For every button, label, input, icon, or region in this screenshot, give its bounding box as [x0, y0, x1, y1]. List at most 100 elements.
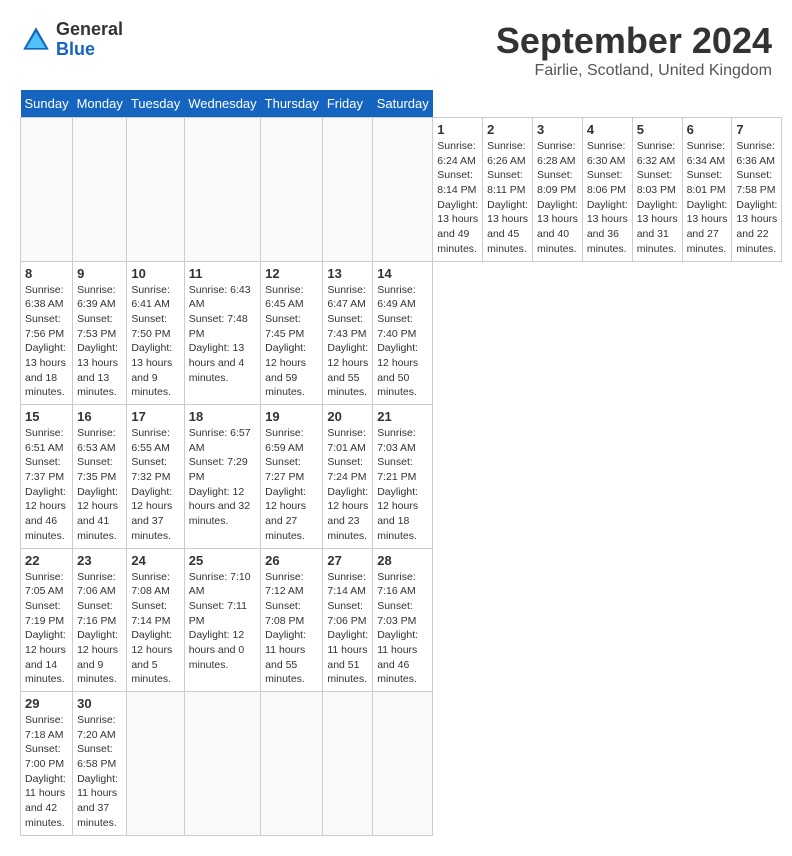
day-info: Sunrise: 7:10 AMSunset: 7:11 PMDaylight:…	[189, 571, 251, 671]
calendar-day-cell: 26 Sunrise: 7:12 AMSunset: 7:08 PMDaylig…	[261, 548, 323, 692]
day-number: 27	[327, 553, 368, 568]
logo-blue-text: Blue	[56, 40, 123, 60]
calendar-day-cell	[127, 692, 184, 836]
day-number: 22	[25, 553, 68, 568]
logo-icon	[20, 24, 52, 56]
day-number: 10	[131, 266, 179, 281]
calendar-day-cell	[21, 118, 73, 262]
calendar-day-cell: 1 Sunrise: 6:24 AMSunset: 8:14 PMDayligh…	[433, 118, 483, 262]
day-info: Sunrise: 6:59 AMSunset: 7:27 PMDaylight:…	[265, 427, 306, 542]
calendar-day-cell: 18 Sunrise: 6:57 AMSunset: 7:29 PMDaylig…	[184, 405, 260, 549]
calendar-day-header: Friday	[323, 90, 373, 118]
day-number: 28	[377, 553, 428, 568]
day-number: 16	[77, 409, 122, 424]
day-number: 11	[189, 266, 256, 281]
day-info: Sunrise: 6:38 AMSunset: 7:56 PMDaylight:…	[25, 284, 66, 399]
calendar-day-cell: 7 Sunrise: 6:36 AMSunset: 7:58 PMDayligh…	[732, 118, 782, 262]
day-info: Sunrise: 6:55 AMSunset: 7:32 PMDaylight:…	[131, 427, 172, 542]
day-info: Sunrise: 7:06 AMSunset: 7:16 PMDaylight:…	[77, 571, 118, 686]
day-number: 5	[637, 122, 678, 137]
month-title: September 2024	[496, 20, 772, 62]
logo: General Blue	[20, 20, 123, 60]
page-header: General Blue September 2024 Fairlie, Sco…	[20, 20, 772, 80]
calendar-day-cell: 10 Sunrise: 6:41 AMSunset: 7:50 PMDaylig…	[127, 261, 184, 405]
day-number: 30	[77, 696, 122, 711]
calendar-day-cell: 2 Sunrise: 6:26 AMSunset: 8:11 PMDayligh…	[483, 118, 533, 262]
day-info: Sunrise: 6:28 AMSunset: 8:09 PMDaylight:…	[537, 140, 578, 255]
day-info: Sunrise: 6:53 AMSunset: 7:35 PMDaylight:…	[77, 427, 118, 542]
day-info: Sunrise: 6:30 AMSunset: 8:06 PMDaylight:…	[587, 140, 628, 255]
day-number: 23	[77, 553, 122, 568]
calendar-day-cell	[323, 118, 373, 262]
day-number: 7	[736, 122, 777, 137]
location: Fairlie, Scotland, United Kingdom	[496, 62, 772, 80]
calendar-week-row: 15 Sunrise: 6:51 AMSunset: 7:37 PMDaylig…	[21, 405, 782, 549]
day-number: 25	[189, 553, 256, 568]
day-number: 4	[587, 122, 628, 137]
calendar-week-row: 22 Sunrise: 7:05 AMSunset: 7:19 PMDaylig…	[21, 548, 782, 692]
day-number: 13	[327, 266, 368, 281]
calendar-table: SundayMondayTuesdayWednesdayThursdayFrid…	[20, 90, 782, 836]
calendar-week-row: 29 Sunrise: 7:18 AMSunset: 7:00 PMDaylig…	[21, 692, 782, 836]
calendar-day-cell	[261, 692, 323, 836]
day-info: Sunrise: 6:47 AMSunset: 7:43 PMDaylight:…	[327, 284, 368, 399]
calendar-day-cell: 21 Sunrise: 7:03 AMSunset: 7:21 PMDaylig…	[373, 405, 433, 549]
day-info: Sunrise: 7:18 AMSunset: 7:00 PMDaylight:…	[25, 714, 66, 829]
title-block: September 2024 Fairlie, Scotland, United…	[496, 20, 772, 80]
day-info: Sunrise: 6:51 AMSunset: 7:37 PMDaylight:…	[25, 427, 66, 542]
calendar-day-header: Thursday	[261, 90, 323, 118]
calendar-day-cell	[184, 692, 260, 836]
day-info: Sunrise: 6:49 AMSunset: 7:40 PMDaylight:…	[377, 284, 418, 399]
day-info: Sunrise: 6:34 AMSunset: 8:01 PMDaylight:…	[687, 140, 728, 255]
calendar-day-cell: 3 Sunrise: 6:28 AMSunset: 8:09 PMDayligh…	[532, 118, 582, 262]
calendar-day-cell: 24 Sunrise: 7:08 AMSunset: 7:14 PMDaylig…	[127, 548, 184, 692]
calendar-day-cell	[323, 692, 373, 836]
calendar-day-cell: 4 Sunrise: 6:30 AMSunset: 8:06 PMDayligh…	[582, 118, 632, 262]
calendar-day-header: Tuesday	[127, 90, 184, 118]
calendar-day-cell: 29 Sunrise: 7:18 AMSunset: 7:00 PMDaylig…	[21, 692, 73, 836]
day-info: Sunrise: 7:20 AMSunset: 6:58 PMDaylight:…	[77, 714, 118, 829]
day-info: Sunrise: 7:03 AMSunset: 7:21 PMDaylight:…	[377, 427, 418, 542]
calendar-day-cell	[373, 692, 433, 836]
calendar-day-cell: 11 Sunrise: 6:43 AMSunset: 7:48 PMDaylig…	[184, 261, 260, 405]
day-number: 29	[25, 696, 68, 711]
day-info: Sunrise: 6:39 AMSunset: 7:53 PMDaylight:…	[77, 284, 118, 399]
day-info: Sunrise: 7:12 AMSunset: 7:08 PMDaylight:…	[265, 571, 306, 686]
day-number: 19	[265, 409, 318, 424]
calendar-day-cell: 20 Sunrise: 7:01 AMSunset: 7:24 PMDaylig…	[323, 405, 373, 549]
calendar-day-cell: 6 Sunrise: 6:34 AMSunset: 8:01 PMDayligh…	[682, 118, 732, 262]
day-number: 8	[25, 266, 68, 281]
calendar-day-header: Monday	[73, 90, 127, 118]
calendar-day-cell: 28 Sunrise: 7:16 AMSunset: 7:03 PMDaylig…	[373, 548, 433, 692]
day-info: Sunrise: 6:45 AMSunset: 7:45 PMDaylight:…	[265, 284, 306, 399]
calendar-day-cell: 25 Sunrise: 7:10 AMSunset: 7:11 PMDaylig…	[184, 548, 260, 692]
calendar-day-cell: 8 Sunrise: 6:38 AMSunset: 7:56 PMDayligh…	[21, 261, 73, 405]
calendar-week-row: 1 Sunrise: 6:24 AMSunset: 8:14 PMDayligh…	[21, 118, 782, 262]
calendar-day-header: Sunday	[21, 90, 73, 118]
logo-general-text: General	[56, 20, 123, 40]
day-number: 20	[327, 409, 368, 424]
day-number: 26	[265, 553, 318, 568]
calendar-day-header: Saturday	[373, 90, 433, 118]
day-info: Sunrise: 6:26 AMSunset: 8:11 PMDaylight:…	[487, 140, 528, 255]
calendar-day-cell	[373, 118, 433, 262]
calendar-day-cell: 27 Sunrise: 7:14 AMSunset: 7:06 PMDaylig…	[323, 548, 373, 692]
day-info: Sunrise: 6:43 AMSunset: 7:48 PMDaylight:…	[189, 284, 251, 384]
calendar-day-cell: 13 Sunrise: 6:47 AMSunset: 7:43 PMDaylig…	[323, 261, 373, 405]
day-number: 1	[437, 122, 478, 137]
day-info: Sunrise: 6:36 AMSunset: 7:58 PMDaylight:…	[736, 140, 777, 255]
day-number: 6	[687, 122, 728, 137]
calendar-day-cell: 23 Sunrise: 7:06 AMSunset: 7:16 PMDaylig…	[73, 548, 127, 692]
day-number: 17	[131, 409, 179, 424]
day-number: 14	[377, 266, 428, 281]
day-info: Sunrise: 6:32 AMSunset: 8:03 PMDaylight:…	[637, 140, 678, 255]
day-number: 24	[131, 553, 179, 568]
calendar-day-cell: 16 Sunrise: 6:53 AMSunset: 7:35 PMDaylig…	[73, 405, 127, 549]
day-number: 21	[377, 409, 428, 424]
day-info: Sunrise: 6:57 AMSunset: 7:29 PMDaylight:…	[189, 427, 251, 527]
day-number: 9	[77, 266, 122, 281]
calendar-day-cell	[261, 118, 323, 262]
calendar-header-row: SundayMondayTuesdayWednesdayThursdayFrid…	[21, 90, 782, 118]
day-info: Sunrise: 6:41 AMSunset: 7:50 PMDaylight:…	[131, 284, 172, 399]
calendar-day-cell: 17 Sunrise: 6:55 AMSunset: 7:32 PMDaylig…	[127, 405, 184, 549]
